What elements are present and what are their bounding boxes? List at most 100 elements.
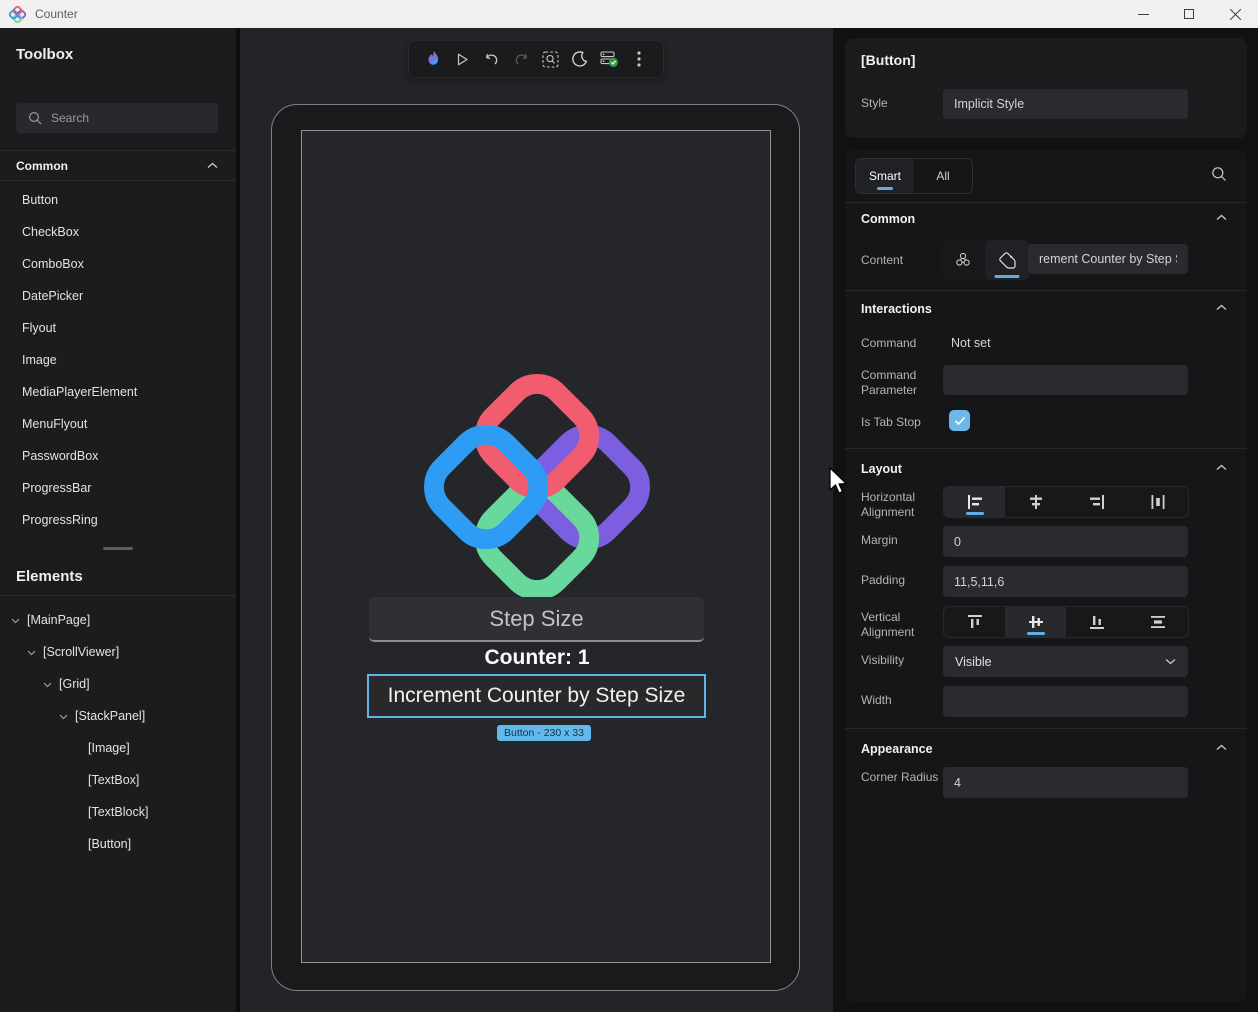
halign-center-button[interactable] bbox=[1005, 487, 1066, 517]
align-top-icon bbox=[967, 615, 982, 628]
width-input[interactable] bbox=[943, 686, 1188, 717]
window-titlebar: Counter bbox=[0, 0, 1258, 28]
panel-splitter-handle[interactable] bbox=[0, 540, 236, 556]
play-icon[interactable] bbox=[450, 47, 474, 71]
toolbox-item-passwordbox[interactable]: PasswordBox bbox=[0, 440, 236, 472]
chevron-down-icon[interactable] bbox=[58, 711, 69, 722]
device-frame: Step Size Counter: 1 Increment Counter b… bbox=[271, 104, 800, 991]
step-size-placeholder: Step Size bbox=[489, 605, 584, 631]
is-tab-stop-checkbox[interactable] bbox=[949, 410, 970, 431]
valign-top-button[interactable] bbox=[944, 607, 1005, 637]
toolbox-item-combobox[interactable]: ComboBox bbox=[0, 248, 236, 280]
margin-input[interactable] bbox=[943, 526, 1188, 557]
properties-card: Smart All Common Content rement Counter … bbox=[845, 150, 1247, 1002]
toolbox-item-datepicker[interactable]: DatePicker bbox=[0, 280, 236, 312]
command-value[interactable]: Not set bbox=[951, 336, 991, 350]
toolbox-item-menuflyout[interactable]: MenuFlyout bbox=[0, 408, 236, 440]
style-input[interactable] bbox=[943, 89, 1188, 119]
undo-icon[interactable] bbox=[480, 47, 504, 71]
tree-node-image[interactable]: [Image] bbox=[0, 732, 236, 764]
toolbox-item-mediaplayerelement[interactable]: MediaPlayerElement bbox=[0, 376, 236, 408]
content-binding-mode-button[interactable] bbox=[941, 240, 985, 280]
style-label: Style bbox=[861, 96, 888, 110]
halign-left-button[interactable] bbox=[944, 487, 1005, 517]
app-preview-screen[interactable]: Step Size Counter: 1 Increment Counter b… bbox=[301, 130, 771, 963]
content-label: Content bbox=[861, 253, 904, 267]
zoom-to-selection-icon[interactable] bbox=[539, 47, 563, 71]
valign-center-button[interactable] bbox=[1005, 607, 1066, 637]
app-window: Counter Toolbox Search Common Button Che… bbox=[0, 0, 1258, 1012]
toolbox-item-image[interactable]: Image bbox=[0, 344, 236, 376]
chevron-down-icon[interactable] bbox=[42, 679, 53, 690]
halign-right-button[interactable] bbox=[1066, 487, 1127, 517]
chevron-up-icon bbox=[207, 162, 218, 168]
section-common-title: Common bbox=[861, 212, 916, 226]
property-tabs: Smart All bbox=[855, 158, 973, 194]
more-options-icon[interactable] bbox=[627, 47, 651, 71]
divider bbox=[0, 595, 236, 596]
command-parameter-input[interactable] bbox=[943, 365, 1188, 395]
divider bbox=[845, 448, 1247, 449]
toolbox-item-progressring[interactable]: ProgressRing bbox=[0, 504, 236, 536]
chevron-down-icon bbox=[1165, 659, 1176, 665]
tree-node-textblock[interactable]: [TextBlock] bbox=[0, 796, 236, 828]
tree-node-textbox[interactable]: [TextBox] bbox=[0, 764, 236, 796]
maximize-button[interactable] bbox=[1166, 0, 1212, 28]
padding-input[interactable] bbox=[943, 566, 1188, 597]
close-button[interactable] bbox=[1212, 0, 1258, 28]
left-panel: Toolbox Search Common Button CheckBox Co… bbox=[0, 28, 236, 1012]
align-stretch-vertical-icon bbox=[1150, 616, 1165, 628]
collapse-layout-icon[interactable] bbox=[1216, 464, 1227, 471]
hot-design-flame-icon[interactable] bbox=[421, 47, 445, 71]
designer-toolbar bbox=[408, 40, 664, 78]
redo-icon[interactable] bbox=[509, 47, 533, 71]
divider bbox=[845, 728, 1247, 729]
tree-node-button[interactable]: [Button] bbox=[0, 828, 236, 860]
tree-node-mainpage[interactable]: [MainPage] bbox=[0, 604, 236, 636]
toolbox-item-flyout[interactable]: Flyout bbox=[0, 312, 236, 344]
section-appearance-title: Appearance bbox=[861, 742, 933, 756]
design-canvas[interactable]: Step Size Counter: 1 Increment Counter b… bbox=[240, 28, 833, 1012]
content-input[interactable] bbox=[1028, 244, 1188, 274]
horizontal-alignment-group bbox=[943, 486, 1189, 518]
visibility-select[interactable]: Visible bbox=[943, 646, 1188, 677]
section-layout-title: Layout bbox=[861, 462, 902, 476]
toolbox-search-input[interactable]: Search bbox=[16, 103, 218, 133]
toolbox-item-checkbox[interactable]: CheckBox bbox=[0, 216, 236, 248]
content-literal-mode-button[interactable] bbox=[985, 240, 1029, 280]
align-left-icon bbox=[967, 495, 982, 509]
tree-node-scrollviewer[interactable]: [ScrollViewer] bbox=[0, 636, 236, 668]
selection-size-badge: Button - 230 x 33 bbox=[497, 725, 591, 741]
width-label: Width bbox=[861, 693, 892, 707]
search-placeholder: Search bbox=[51, 111, 90, 125]
margin-label: Margin bbox=[861, 533, 898, 547]
tree-node-stackpanel[interactable]: [StackPanel] bbox=[0, 700, 236, 732]
increment-button-selected[interactable]: Increment Counter by Step Size bbox=[367, 674, 706, 718]
vertical-alignment-group bbox=[943, 606, 1189, 638]
corner-radius-input[interactable] bbox=[943, 767, 1188, 798]
valign-bottom-button[interactable] bbox=[1066, 607, 1127, 637]
toolbox-item-button[interactable]: Button bbox=[0, 184, 236, 216]
status-connected-icon[interactable] bbox=[598, 47, 622, 71]
step-size-textbox[interactable]: Step Size bbox=[369, 597, 704, 642]
corner-radius-label: Corner Radius bbox=[861, 770, 939, 784]
theme-moon-icon[interactable] bbox=[568, 47, 592, 71]
tab-all[interactable]: All bbox=[914, 159, 972, 193]
padding-label: Padding bbox=[861, 573, 906, 587]
valign-stretch-button[interactable] bbox=[1127, 607, 1188, 637]
chevron-down-icon[interactable] bbox=[26, 647, 37, 658]
collapse-appearance-icon[interactable] bbox=[1216, 744, 1227, 751]
tab-smart[interactable]: Smart bbox=[856, 159, 914, 193]
collapse-interactions-icon[interactable] bbox=[1216, 304, 1227, 311]
app-logo-image[interactable] bbox=[424, 374, 650, 600]
counter-textblock[interactable]: Counter: 1 bbox=[302, 646, 772, 670]
property-search-icon[interactable] bbox=[1211, 166, 1227, 182]
chevron-down-icon[interactable] bbox=[10, 615, 21, 626]
toolbox-item-progressbar[interactable]: ProgressBar bbox=[0, 472, 236, 504]
halign-stretch-button[interactable] bbox=[1127, 487, 1188, 517]
tree-node-grid[interactable]: [Grid] bbox=[0, 668, 236, 700]
properties-panel: [Button] Style Smart All Common Content bbox=[833, 28, 1258, 1012]
collapse-common-icon[interactable] bbox=[1216, 214, 1227, 221]
minimize-button[interactable] bbox=[1120, 0, 1166, 28]
toolbox-section-common[interactable]: Common bbox=[0, 150, 236, 181]
